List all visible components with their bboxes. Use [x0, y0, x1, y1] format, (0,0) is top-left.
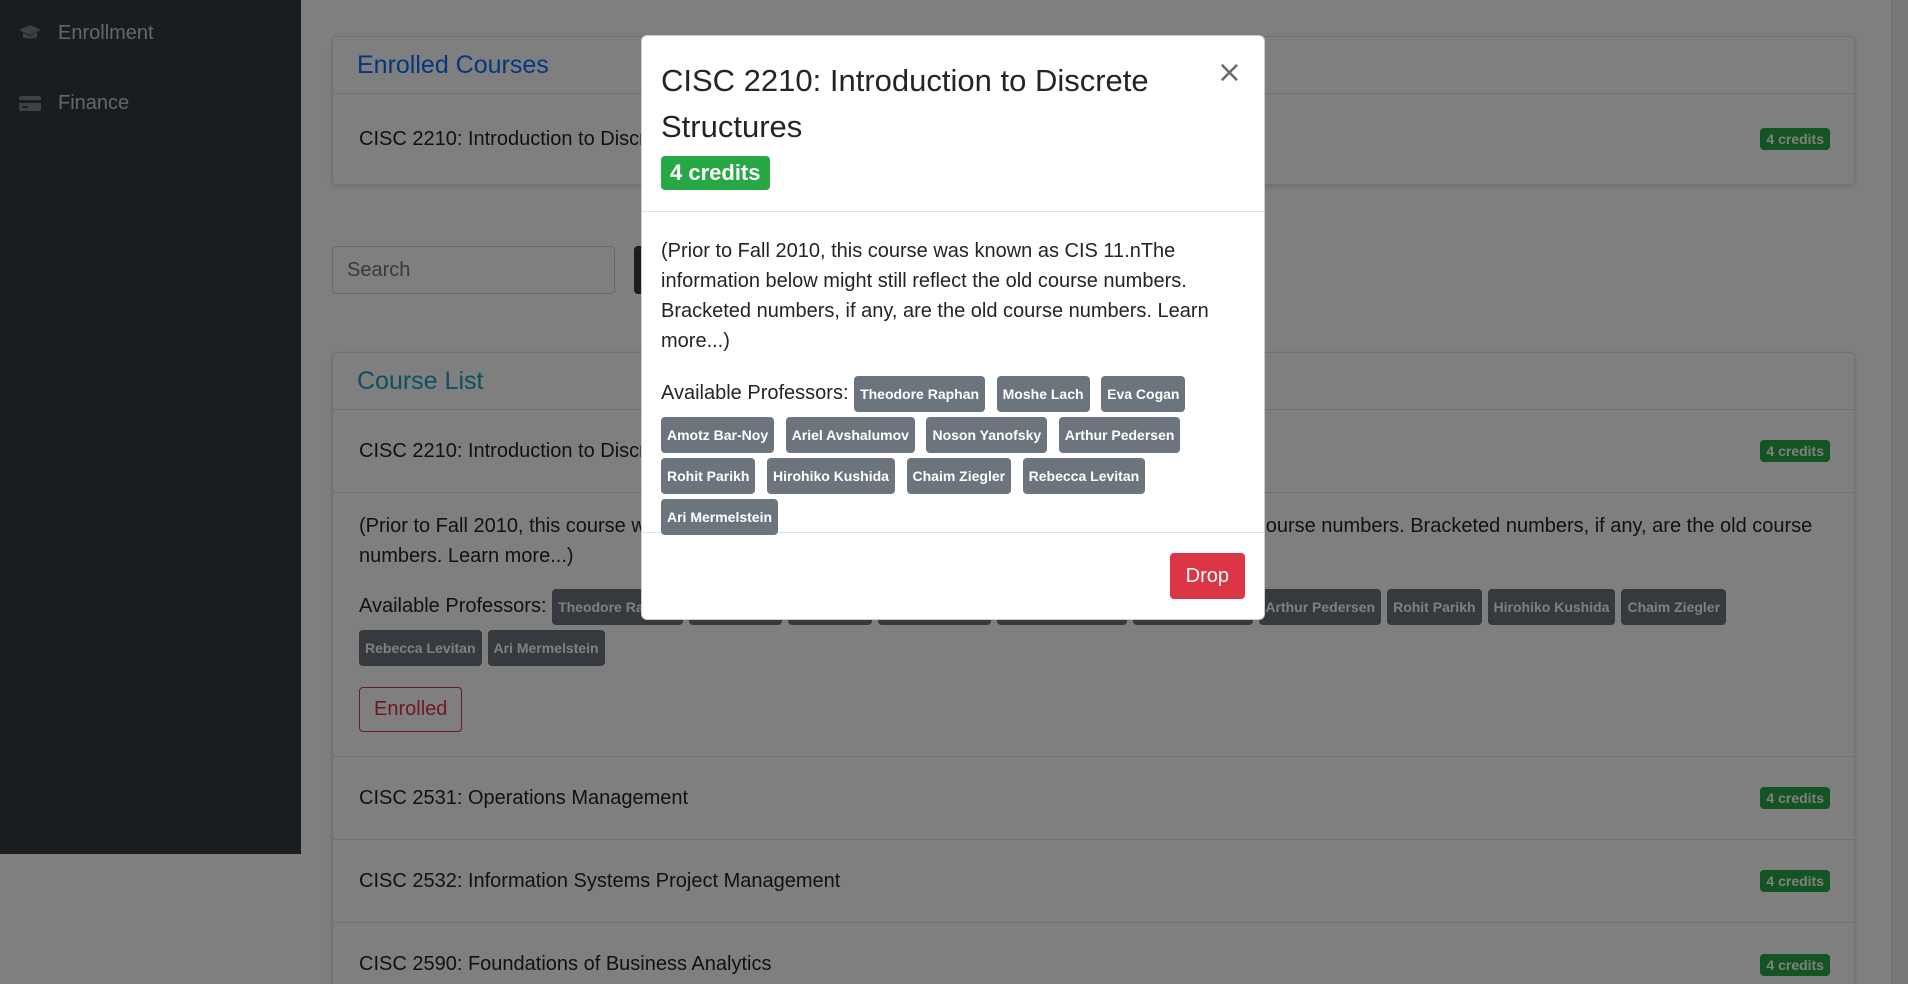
professor-badge: Rohit Parikh [661, 458, 756, 494]
professor-badge: Hirohiko Kushida [767, 458, 895, 494]
course-description: (Prior to Fall 2010, this course was kno… [661, 240, 1209, 352]
professor-badge: Ariel Avshalumov [785, 417, 915, 453]
credits-badge: 4 credits [661, 156, 770, 190]
professor-badge: Moshe Lach [996, 376, 1090, 412]
professor-badge: Rebecca Levitan [1022, 458, 1146, 494]
modal-body: (Prior to Fall 2010, this course was kno… [642, 212, 1264, 535]
available-professors: Available Professors: Theodore Raphan Mo… [661, 376, 1245, 540]
course-modal: CISC 2210: Introduction to Discrete Stru… [641, 35, 1265, 620]
professor-badge: Chaim Ziegler [906, 458, 1012, 494]
modal-footer: Drop [642, 533, 1264, 620]
professors-label: Available Professors: [661, 382, 849, 404]
close-button[interactable]: × [1217, 58, 1242, 88]
modal-title: CISC 2210: Introduction to Discrete Stru… [661, 63, 1149, 144]
drop-button[interactable]: Drop [1169, 553, 1245, 599]
professor-badge: Amotz Bar-Noy [661, 417, 775, 453]
modal-header: CISC 2210: Introduction to Discrete Stru… [642, 36, 1264, 212]
professor-badge: Theodore Raphan [854, 376, 986, 412]
professor-badge: Arthur Pedersen [1058, 417, 1181, 453]
professor-badge: Eva Cogan [1101, 376, 1186, 412]
professor-badge: Noson Yanofsky [926, 417, 1048, 453]
professor-badge: Ari Mermelstein [661, 499, 779, 535]
